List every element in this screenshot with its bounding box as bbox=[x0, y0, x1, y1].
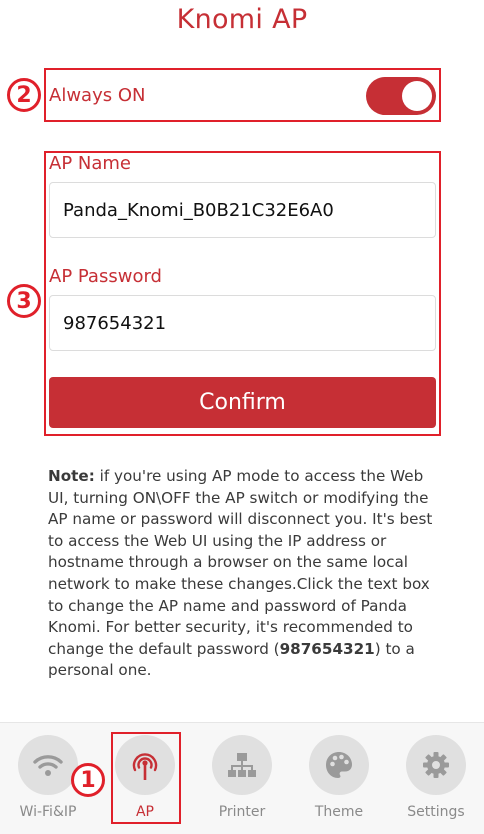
nav-label-wifi: Wi-Fi&IP bbox=[19, 804, 77, 820]
annotation-marker-1: 1 bbox=[71, 763, 105, 797]
annotation-marker-2: 2 bbox=[7, 78, 41, 112]
gear-icon bbox=[406, 735, 466, 795]
note-default-password: 987654321 bbox=[279, 639, 375, 658]
confirm-button[interactable]: Confirm bbox=[49, 377, 436, 428]
wifi-icon bbox=[18, 735, 78, 795]
annotation-box-ap-tab bbox=[111, 732, 181, 824]
network-icon bbox=[212, 735, 272, 795]
nav-label-printer: Printer bbox=[218, 804, 266, 820]
palette-icon bbox=[309, 735, 369, 795]
ap-name-input[interactable]: Panda_Knomi_B0B21C32E6A0 bbox=[49, 182, 436, 238]
note-body-1: if you're using AP mode to access the We… bbox=[48, 467, 433, 658]
note-text: Note: if you're using AP mode to access … bbox=[48, 466, 443, 682]
ap-password-label: AP Password bbox=[49, 266, 162, 287]
always-on-label: Always ON bbox=[49, 85, 146, 106]
ap-name-label: AP Name bbox=[49, 153, 131, 174]
nav-item-settings[interactable]: Settings bbox=[396, 735, 476, 820]
toggle-knob bbox=[402, 81, 432, 111]
nav-label-theme: Theme bbox=[314, 804, 364, 820]
nav-item-theme[interactable]: Theme bbox=[299, 735, 379, 820]
always-on-toggle[interactable] bbox=[366, 77, 436, 115]
ap-password-input[interactable]: 987654321 bbox=[49, 295, 436, 351]
page-title: Knomi AP bbox=[176, 4, 308, 35]
note-prefix: Note: bbox=[48, 467, 95, 485]
nav-item-printer[interactable]: Printer bbox=[202, 735, 282, 820]
nav-label-settings: Settings bbox=[407, 804, 465, 820]
annotation-marker-3: 3 bbox=[7, 284, 41, 318]
